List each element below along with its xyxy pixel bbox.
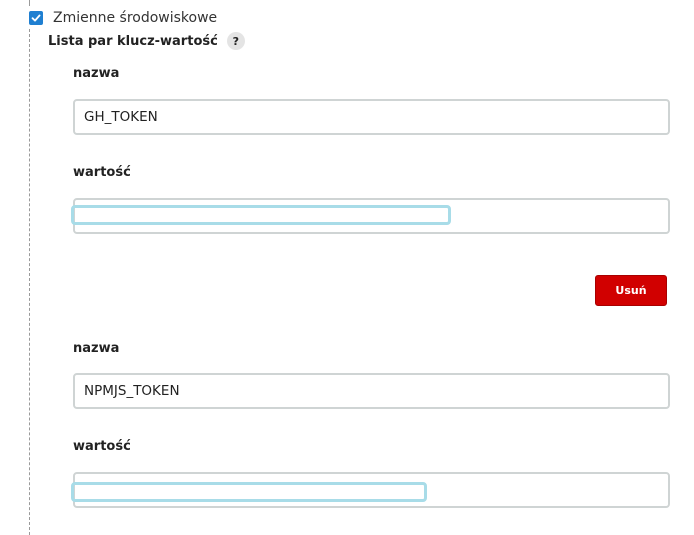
pair-1-value-input[interactable] bbox=[73, 198, 670, 234]
environment-variables-panel: Zmienne środowiskowe Lista par klucz-war… bbox=[0, 0, 694, 535]
section-guide-line-top bbox=[29, 0, 30, 6]
question-mark-icon[interactable]: ? bbox=[226, 32, 245, 50]
key-value-list-heading: Lista par klucz-wartość ? bbox=[48, 32, 245, 50]
env-variables-label[interactable]: Zmienne środowiskowe bbox=[53, 10, 217, 26]
pair-2-value-input[interactable] bbox=[73, 472, 670, 508]
pair-2-value-label: wartość bbox=[73, 439, 131, 454]
env-variables-toggle[interactable]: Zmienne środowiskowe bbox=[29, 10, 217, 26]
env-variables-checkbox[interactable] bbox=[29, 11, 43, 25]
section-guide-line bbox=[29, 29, 30, 535]
pair-2-name-input[interactable] bbox=[73, 373, 670, 409]
checkmark-icon bbox=[31, 14, 41, 22]
key-value-list-title: Lista par klucz-wartość bbox=[48, 33, 218, 49]
pair-1-value-label: wartość bbox=[73, 165, 131, 180]
pair-1-name-label: nazwa bbox=[73, 66, 120, 81]
pair-1-name-input[interactable] bbox=[73, 99, 670, 135]
pair-2-name-label: nazwa bbox=[73, 341, 120, 356]
delete-pair-button[interactable]: Usuń bbox=[595, 275, 667, 306]
